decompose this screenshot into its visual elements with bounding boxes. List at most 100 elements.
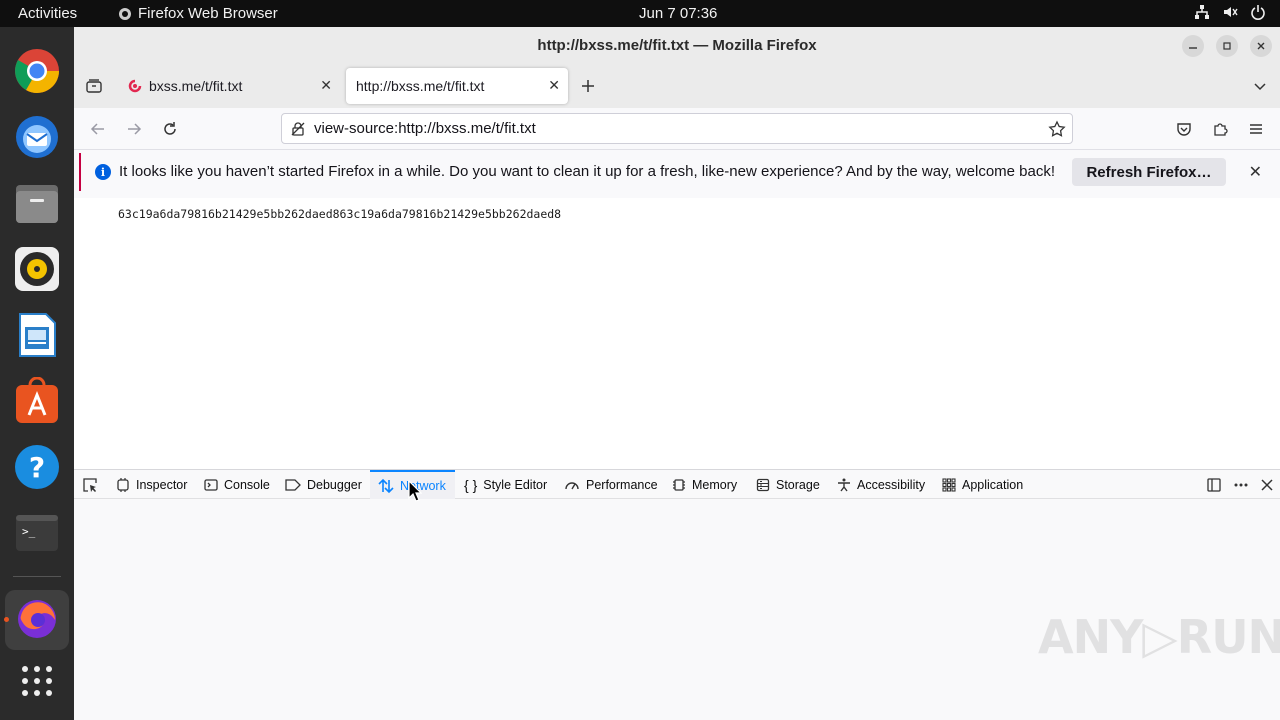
maximize-button[interactable]	[1216, 35, 1238, 57]
tab-2-active[interactable]: http://bxss.me/t/fit.txt ✕	[346, 68, 568, 104]
forward-arrow-icon	[128, 123, 142, 135]
app-name-label: Firefox Web Browser	[138, 5, 278, 22]
terminal-icon[interactable]: >_	[13, 509, 61, 557]
window-title: http://bxss.me/t/fit.txt — Mozilla Firef…	[537, 37, 817, 54]
svg-text:?: ?	[29, 451, 45, 484]
dock-side-button[interactable]	[1205, 476, 1223, 494]
notification-message: It looks like you haven’t started Firefo…	[119, 163, 1056, 180]
tab-bar: bxss.me/t/fit.txt ✕ http://bxss.me/t/fit…	[74, 65, 1280, 108]
tab-favicon	[128, 79, 142, 93]
tab-label: Debugger	[307, 477, 362, 492]
show-apps-icon[interactable]	[13, 657, 61, 705]
minimize-button[interactable]	[1182, 35, 1204, 57]
back-button[interactable]	[87, 118, 109, 140]
app-menu-button[interactable]	[1245, 118, 1267, 140]
performance-icon	[565, 481, 579, 489]
chrome-icon[interactable]	[13, 47, 61, 95]
dock-side-icon	[1207, 478, 1221, 492]
application-icon	[942, 477, 956, 492]
tab-storage[interactable]: Storage	[748, 470, 828, 499]
dock: ? >_	[0, 27, 74, 720]
close-devtools-button[interactable]	[1258, 476, 1276, 494]
close-window-button[interactable]	[1250, 35, 1272, 57]
help-icon[interactable]: ?	[13, 443, 61, 491]
style-editor-icon: { }	[464, 476, 478, 493]
tab-label: Style Editor	[483, 477, 548, 492]
refresh-notification-bar: i It looks like you haven’t started Fire…	[79, 153, 1280, 191]
tab-close-icon[interactable]: ✕	[320, 77, 332, 94]
libreoffice-writer-icon[interactable]	[13, 311, 61, 359]
list-all-tabs-button[interactable]	[1249, 75, 1271, 97]
firefox-view-icon	[86, 79, 102, 93]
new-tab-button[interactable]	[577, 75, 599, 97]
close-icon	[1261, 479, 1273, 491]
tab-inspector[interactable]: Inspector	[108, 470, 195, 499]
forward-button[interactable]	[123, 118, 145, 140]
devtools-options-button[interactable]	[1232, 476, 1250, 494]
network-icon	[378, 478, 394, 493]
insecure-connection-icon[interactable]	[282, 121, 314, 137]
tab-debugger[interactable]: Debugger	[277, 470, 370, 499]
tab-label: Console	[224, 477, 270, 492]
back-arrow-icon	[90, 123, 104, 135]
network-status-icon[interactable]	[1194, 4, 1210, 20]
tab-label: Accessibility	[857, 477, 926, 492]
storage-icon	[756, 478, 770, 491]
url-text[interactable]: view-source:http://bxss.me/t/fit.txt	[314, 120, 536, 137]
page-content: 63c19a6da79816b21429e5bb262daed863c19a6d…	[74, 198, 1280, 469]
navigation-toolbar: view-source:http://bxss.me/t/fit.txt	[74, 108, 1280, 150]
thunderbird-icon[interactable]	[13, 113, 61, 161]
files-icon[interactable]	[13, 179, 61, 227]
tab-label: Memory	[692, 477, 738, 492]
tab-label: Storage	[776, 477, 820, 492]
firefox-view-button[interactable]	[83, 75, 105, 97]
tab-label: Performance	[586, 477, 658, 492]
firefox-icon[interactable]	[13, 594, 61, 642]
tab-label: Application	[962, 477, 1024, 492]
activities-button[interactable]: Activities	[18, 5, 77, 22]
tab-performance[interactable]: Performance	[556, 470, 666, 499]
title-bar[interactable]: http://bxss.me/t/fit.txt — Mozilla Firef…	[74, 27, 1280, 65]
gnome-top-bar: Activities Firefox Web Browser Jun 7 07:…	[0, 0, 1280, 27]
bookmark-star-icon[interactable]	[1048, 120, 1066, 142]
puzzle-icon	[1214, 123, 1228, 136]
debugger-icon	[285, 478, 301, 491]
tab-style-editor[interactable]: { } Style Editor	[456, 470, 555, 499]
anyrun-watermark: ANY▷RUN	[1038, 610, 1280, 664]
notification-close-icon[interactable]: ✕	[1249, 162, 1262, 182]
tab-1[interactable]: bxss.me/t/fit.txt ✕	[118, 68, 340, 104]
reload-button[interactable]	[159, 118, 181, 140]
accessibility-icon	[838, 478, 850, 491]
more-options-icon	[1234, 483, 1248, 487]
tab-label: http://bxss.me/t/fit.txt	[356, 78, 485, 94]
element-picker-button[interactable]	[74, 470, 106, 499]
url-bar[interactable]: view-source:http://bxss.me/t/fit.txt	[281, 113, 1073, 144]
inspector-icon	[117, 477, 129, 492]
system-tray[interactable]	[1194, 4, 1266, 20]
running-indicator	[4, 617, 9, 622]
pocket-button[interactable]	[1173, 118, 1195, 140]
mouse-cursor-icon	[408, 480, 422, 502]
tab-memory[interactable]: Memory	[664, 470, 745, 499]
source-text: 63c19a6da79816b21429e5bb262daed863c19a6d…	[118, 207, 562, 221]
power-icon[interactable]	[1250, 4, 1266, 20]
extensions-button[interactable]	[1209, 118, 1231, 140]
tab-console[interactable]: Console	[196, 470, 278, 499]
hamburger-menu-icon	[1250, 124, 1262, 134]
element-picker-icon	[83, 477, 97, 492]
tab-label: Network	[400, 478, 446, 493]
tab-accessibility[interactable]: Accessibility	[829, 470, 933, 499]
app-center-icon[interactable]	[13, 377, 61, 425]
clock[interactable]: Jun 7 07:36	[639, 5, 717, 22]
volume-icon[interactable]	[1222, 4, 1238, 20]
tab-application[interactable]: Application	[934, 470, 1031, 499]
rhythmbox-icon[interactable]	[13, 245, 61, 293]
app-menu[interactable]: Firefox Web Browser	[118, 5, 278, 22]
svg-text:>_: >_	[22, 525, 36, 538]
refresh-firefox-button[interactable]: Refresh Firefox…	[1072, 158, 1226, 186]
reload-icon	[164, 122, 176, 135]
plus-icon	[582, 80, 594, 92]
tab-label: Inspector	[136, 477, 188, 492]
dock-separator	[13, 576, 61, 577]
tab-close-icon[interactable]: ✕	[548, 77, 560, 94]
